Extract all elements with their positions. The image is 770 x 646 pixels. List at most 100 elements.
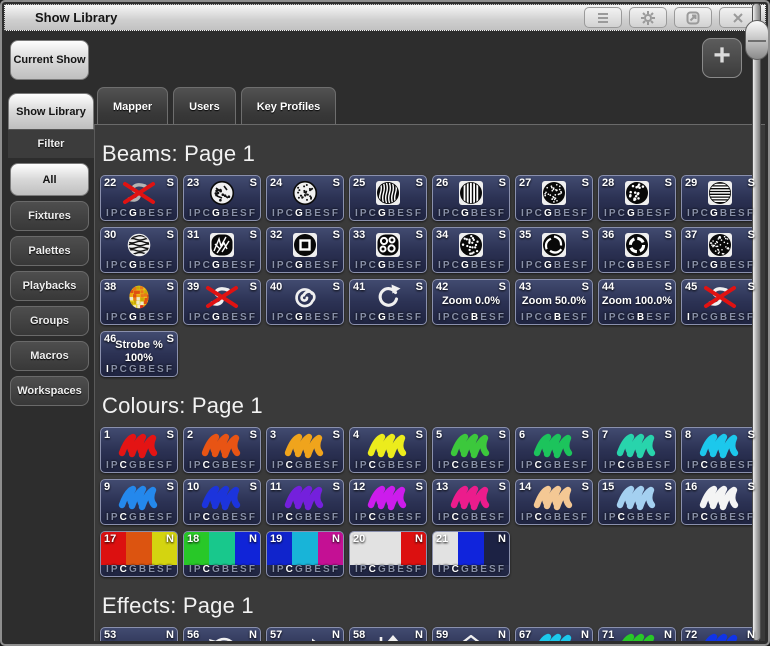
scrollbar-thumb[interactable] <box>745 20 769 60</box>
palette-tile[interactable]: 7S IPCGBESF <box>598 427 676 473</box>
add-workspace-button[interactable]: + <box>702 38 742 78</box>
palette-tile[interactable]: 2S IPCGBESF <box>183 427 261 473</box>
palette-tile[interactable]: 44SZoom 100.0%IPCGBESF <box>598 279 676 325</box>
palette-tile[interactable]: 10S IPCGBESF <box>183 479 261 525</box>
palette-tile[interactable]: 32SIPCGBESF <box>266 227 344 273</box>
palette-tile[interactable]: 3S IPCGBESF <box>266 427 344 473</box>
palette-tile[interactable]: 56NIPCGBESF <box>183 627 261 641</box>
sidebar-item-workspaces[interactable]: Workspaces <box>10 376 89 406</box>
palette-tile[interactable]: 1S IPCGBESF <box>100 427 178 473</box>
palette-tile[interactable]: 71N IPCGBESF <box>598 627 676 641</box>
attribute-letter: C <box>203 564 210 575</box>
attribute-letter: F <box>747 208 753 219</box>
palette-tile[interactable]: 20NIPCGBESF <box>349 531 427 577</box>
sidebar-item-palettes[interactable]: Palettes <box>10 236 89 266</box>
palette-tile[interactable]: 41SIPCGBESF <box>349 279 427 325</box>
attribute-letter: G <box>212 208 220 219</box>
palette-tile[interactable]: 23SIPCGBESF <box>183 175 261 221</box>
sidebar-item-playbacks[interactable]: Playbacks <box>10 271 89 301</box>
palette-tile[interactable]: 29SIPCGBESF <box>681 175 759 221</box>
attribute-letter: P <box>609 208 616 219</box>
attribute-letter: I <box>189 564 192 575</box>
palette-tile[interactable]: 39S IPCGBESF <box>183 279 261 325</box>
current-show-button[interactable]: Current Show <box>10 40 89 80</box>
tile-flag: S <box>167 229 174 241</box>
tile-number: 35 <box>519 229 531 241</box>
sidebar-item-groups[interactable]: Groups <box>10 306 89 336</box>
attribute-letter: P <box>194 208 201 219</box>
menu-button[interactable] <box>584 7 622 28</box>
titlebar[interactable]: Show Library <box>4 4 766 31</box>
settings-button[interactable] <box>629 7 667 28</box>
attribute-letter: P <box>277 460 284 471</box>
attribute-letter: B <box>305 260 312 271</box>
attribute-letter: I <box>438 208 441 219</box>
tile-number: 13 <box>436 481 448 493</box>
palette-tile[interactable]: 17NIPCGBESF <box>100 531 178 577</box>
tile-flag: S <box>333 429 340 441</box>
attribute-letters: IPCGBESF <box>184 260 260 271</box>
palette-tile[interactable]: 6S IPCGBESF <box>515 427 593 473</box>
palette-tile[interactable]: 18NIPCGBESF <box>183 531 261 577</box>
palette-tile[interactable]: 45S IPCGBESF <box>681 279 759 325</box>
palette-tile[interactable]: 40SIPCGBESF <box>266 279 344 325</box>
palette-tile[interactable]: 31SIPCGBESF <box>183 227 261 273</box>
palette-tile[interactable]: 4S IPCGBESF <box>349 427 427 473</box>
palette-tile[interactable]: 13S IPCGBESF <box>432 479 510 525</box>
attribute-letter: E <box>563 512 570 523</box>
palette-tile[interactable]: 11S IPCGBESF <box>266 479 344 525</box>
palette-tile[interactable]: 67N IPCGBESF <box>515 627 593 641</box>
attribute-letter: C <box>535 260 542 271</box>
palette-tile[interactable]: 43SZoom 50.0%IPCGBESF <box>515 279 593 325</box>
palette-tile[interactable]: 21NIPCGBESF <box>432 531 510 577</box>
attribute-letter: C <box>369 564 376 575</box>
palette-tile[interactable]: 25SIPCGBESF <box>349 175 427 221</box>
attribute-letter: S <box>572 312 579 323</box>
attribute-letter: C <box>701 260 708 271</box>
palette-tile[interactable]: 30SIPCGBESF <box>100 227 178 273</box>
palette-tile[interactable]: 12S IPCGBESF <box>349 479 427 525</box>
palette-tile[interactable]: 42SZoom 0.0%IPCGBESF <box>432 279 510 325</box>
attribute-letter: B <box>305 208 312 219</box>
tab-show-library[interactable]: Show Library <box>8 93 94 129</box>
palette-tile[interactable]: 53NIPCGBESF <box>100 627 178 641</box>
undock-button[interactable] <box>674 7 712 28</box>
palette-tile[interactable]: 37SIPCGBESF <box>681 227 759 273</box>
palette-tile[interactable]: 46SStrobe %100%IPCGBESF <box>100 331 178 377</box>
palette-tile[interactable]: 58NIPCGBESF <box>349 627 427 641</box>
palette-tile[interactable]: 34SIPCGBESF <box>432 227 510 273</box>
palette-tile[interactable]: 24SIPCGBESF <box>266 175 344 221</box>
palette-tile[interactable]: 33SIPCGBESF <box>349 227 427 273</box>
palette-tile[interactable]: 35SIPCGBESF <box>515 227 593 273</box>
palette-tile[interactable]: 72N IPCGBESF <box>681 627 759 641</box>
sidebar-item-fixtures[interactable]: Fixtures <box>10 201 89 231</box>
attribute-letter: C <box>286 260 293 271</box>
palette-tile[interactable]: 19NIPCGBESF <box>266 531 344 577</box>
palette-tile[interactable]: 15S IPCGBESF <box>598 479 676 525</box>
attribute-letter: F <box>415 564 421 575</box>
palette-tile[interactable]: 59NIPCGBESF <box>432 627 510 641</box>
tab-key-profiles[interactable]: Key Profiles <box>241 87 337 125</box>
sidebar-item-all[interactable]: All <box>10 163 89 196</box>
palette-tile[interactable]: 38SIPCGBESF <box>100 279 178 325</box>
attribute-letter: C <box>120 564 127 575</box>
palette-tile[interactable]: 8S IPCGBESF <box>681 427 759 473</box>
palette-tile[interactable]: 28SIPCGBESF <box>598 175 676 221</box>
palette-tile[interactable]: 5S IPCGBESF <box>432 427 510 473</box>
palette-tile[interactable]: 16S IPCGBESF <box>681 479 759 525</box>
tile-flag: N <box>498 533 506 545</box>
attribute-letter: S <box>323 312 330 323</box>
palette-tile[interactable]: 57NIPCGBESF <box>266 627 344 641</box>
attribute-letter: B <box>388 460 395 471</box>
palette-tile[interactable]: 22S IPCGBESF <box>100 175 178 221</box>
tab-users[interactable]: Users <box>173 87 236 125</box>
palette-tile[interactable]: 27SIPCGBESF <box>515 175 593 221</box>
palette-tile[interactable]: 14S IPCGBESF <box>515 479 593 525</box>
attribute-letter: F <box>581 208 587 219</box>
palette-tile[interactable]: 36SIPCGBESF <box>598 227 676 273</box>
attribute-letter: E <box>646 512 653 523</box>
palette-tile[interactable]: 26SIPCGBESF <box>432 175 510 221</box>
tab-mapper[interactable]: Mapper <box>97 87 168 125</box>
sidebar-item-macros[interactable]: Macros <box>10 341 89 371</box>
palette-tile[interactable]: 9S IPCGBESF <box>100 479 178 525</box>
